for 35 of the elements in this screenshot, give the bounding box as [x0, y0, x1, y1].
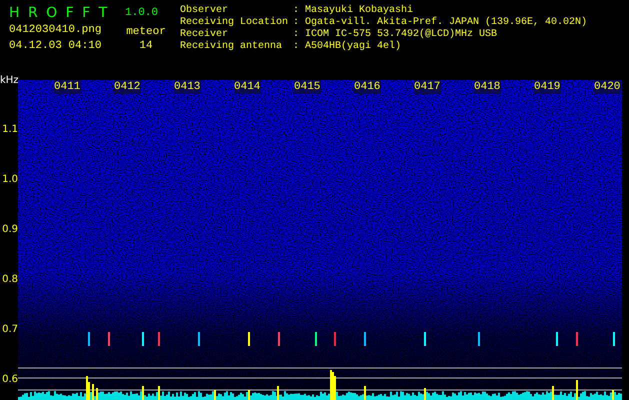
- frequency-label: 0.7: [2, 323, 18, 337]
- time-label: 0416: [354, 80, 381, 94]
- time-label: 0415: [294, 80, 321, 94]
- info-label: Observer: [180, 5, 230, 16]
- time-label: 0418: [474, 80, 501, 94]
- frequency-label: 0.6: [2, 373, 18, 387]
- info-value: ICOM IC-575 53.7492(@LCD)MHz USB: [305, 29, 498, 40]
- meteor-count: 14: [138, 40, 154, 52]
- axis-unit: kHz: [0, 75, 18, 87]
- time-label: 0420: [594, 80, 621, 94]
- info-separator: :: [293, 29, 300, 41]
- time-label: 0417: [414, 80, 441, 94]
- time-label: 0412: [114, 80, 141, 94]
- info-value: Masayuki Kobayashi: [305, 5, 414, 16]
- time-label: 0411: [54, 80, 81, 94]
- info-separator: :: [293, 17, 300, 29]
- frequency-label: 0.8: [2, 273, 18, 287]
- info-value: Ogata-vill. Akita-Pref. JAPAN (139.96E, 40.02N): [305, 17, 588, 28]
- datetime-label: 04.12.03 04:10: [9, 39, 102, 54]
- info-label: Receiving antenna: [180, 41, 284, 53]
- app-title: H R O F F T: [9, 5, 110, 22]
- filename-label: 0412030410.png: [9, 23, 102, 38]
- meteor-label: meteor: [125, 26, 167, 38]
- time-label: 0413: [174, 80, 201, 94]
- info-separator: :: [293, 5, 300, 17]
- version-label: 1.0.0: [124, 6, 160, 21]
- time-label: 0414: [234, 80, 261, 94]
- time-label: 0419: [534, 80, 561, 94]
- frequency-label: 1.1: [2, 123, 18, 137]
- info-value: A504HB(yagi 4el): [305, 41, 402, 53]
- info-separator: :: [293, 41, 300, 53]
- info-label: Receiving Location: [180, 17, 290, 28]
- frequency-label: 0.9: [2, 223, 18, 237]
- frequency-label: 1.0: [2, 173, 18, 187]
- info-label: Receiver: [180, 29, 230, 40]
